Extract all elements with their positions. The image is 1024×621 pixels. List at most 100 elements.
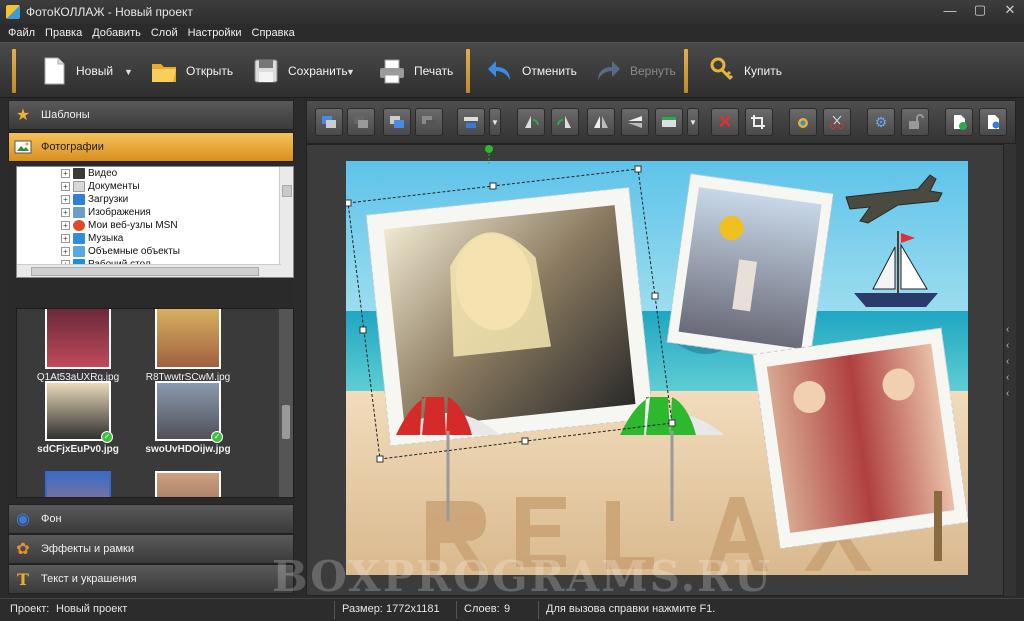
buy-label: Купить (744, 64, 782, 78)
page-settings-icon[interactable] (979, 108, 1007, 136)
menu-settings[interactable]: Настройки (188, 27, 242, 39)
open-label: Открыть (186, 64, 234, 78)
rotate-right-icon[interactable] (551, 108, 579, 136)
menu-add[interactable]: Добавить (92, 27, 141, 39)
expand-icon[interactable]: + (61, 208, 70, 217)
minimize-button[interactable]: — (942, 2, 958, 18)
open-button[interactable]: Открыть (150, 53, 233, 89)
tree-vertical-scrollbar[interactable] (279, 167, 293, 277)
tree-item-msn[interactable]: + Мои веб-узлы MSN (17, 219, 293, 232)
toolbar-separator (466, 49, 470, 93)
print-button[interactable]: Печать (378, 53, 453, 89)
thumbnail-item[interactable]: Q1At53aUXRg.jpg (35, 309, 121, 383)
scroll-thumb[interactable] (282, 405, 290, 439)
delete-icon[interactable]: ✕ (711, 108, 739, 136)
thumbnail-image (155, 309, 221, 369)
tree-item-video[interactable]: + Видео (17, 167, 293, 180)
right-collapse-strip[interactable]: ‹ ‹ ‹ ‹ ‹ (1004, 144, 1016, 596)
folder-tree[interactable]: + Видео + Документы + Загрузки + Изображения… (16, 166, 294, 278)
templates-label: Шаблоны (41, 109, 90, 121)
rotate-handle-icon[interactable] (482, 144, 496, 164)
new-button[interactable]: Новый (40, 53, 113, 89)
undo-button[interactable]: Отменить (486, 53, 577, 89)
key-icon (710, 57, 734, 81)
effects-section[interactable]: ✿ Эффекты и рамки (8, 534, 294, 564)
redo-arrow-icon (598, 61, 620, 80)
expand-icon[interactable]: + (61, 221, 70, 230)
expand-icon[interactable]: + (61, 182, 70, 191)
expand-icon[interactable]: + (61, 195, 70, 204)
tree-item-music[interactable]: + Музыка (17, 232, 293, 245)
open-folder-icon (152, 64, 176, 82)
bring-forward-icon[interactable] (347, 108, 375, 136)
scroll-thumb[interactable] (282, 185, 292, 197)
align-dropdown-arrow[interactable]: ▼ (489, 108, 501, 136)
window-controls: — ▢ ✕ (942, 2, 1018, 18)
flip-horizontal-icon[interactable] (587, 108, 615, 136)
crop-icon[interactable] (745, 108, 773, 136)
collapse-arrow-icon[interactable]: ‹ (1006, 324, 1009, 335)
send-to-back-icon[interactable] (415, 108, 443, 136)
images-folder-icon (73, 207, 85, 218)
size-dropdown-arrow[interactable]: ▼ (687, 108, 699, 136)
tree-item-documents[interactable]: + Документы (17, 180, 293, 193)
add-page-icon[interactable] (945, 108, 973, 136)
status-bar: Проект: Новый проект Размер: 1772x1181 С… (0, 598, 1024, 621)
menu-help[interactable]: Справка (252, 27, 295, 39)
paint-icon: ◉ (16, 511, 30, 528)
collapse-arrow-icon[interactable]: ‹ (1006, 340, 1009, 351)
align-icon[interactable] (457, 108, 485, 136)
flip-vertical-icon[interactable] (621, 108, 649, 136)
bring-to-front-icon[interactable] (315, 108, 343, 136)
maximize-button[interactable]: ▢ (972, 2, 988, 18)
expand-icon[interactable]: + (61, 169, 70, 178)
collapse-arrow-icon[interactable]: ‹ (1006, 356, 1009, 367)
settings-gear-icon[interactable]: ⚙ (867, 108, 895, 136)
thumbnail-item[interactable] (145, 471, 231, 497)
project-name: Новый проект (56, 603, 128, 615)
thumbnail-image (45, 309, 111, 369)
thumbnails-scrollbar[interactable] (279, 309, 293, 497)
tree-horizontal-scrollbar[interactable] (17, 264, 281, 277)
save-button[interactable]: Сохранить (252, 53, 348, 89)
save-dropdown-arrow[interactable]: ▼ (346, 67, 355, 77)
collapse-arrow-icon[interactable]: ‹ (1006, 388, 1009, 399)
rotate-left-icon[interactable] (517, 108, 545, 136)
thumbnail-item[interactable]: ✓ swoUvHDOijw.jpg (145, 381, 231, 455)
scroll-thumb[interactable] (31, 267, 259, 276)
menu-layer[interactable]: Слой (151, 27, 178, 39)
thumbnail-image (155, 471, 221, 497)
cut-icon[interactable] (823, 108, 851, 136)
collage-artwork (346, 161, 968, 575)
thumbnail-item[interactable]: R8TwwtrSCwM.jpg (145, 309, 231, 383)
thumbnail-item-selected[interactable] (35, 471, 121, 497)
tree-item-downloads[interactable]: + Загрузки (17, 193, 293, 206)
send-backward-icon[interactable] (383, 108, 411, 136)
tree-item-label: Изображения (88, 207, 151, 218)
text-section[interactable]: T Текст и украшения (8, 564, 294, 594)
tree-item-3d-objects[interactable]: + Объемные объекты (17, 245, 293, 258)
main-toolbar: Новый ▼ Открыть Сохранить ▼ Печать Отмен… (0, 42, 1024, 98)
new-dropdown-arrow[interactable]: ▼ (124, 67, 133, 77)
effects-icon[interactable] (789, 108, 817, 136)
tree-item-images[interactable]: + Изображения (17, 206, 293, 219)
thumbnail-item[interactable]: ✓ sdCFjxEuPv0.jpg (35, 381, 121, 455)
templates-section[interactable]: ★ Шаблоны (8, 100, 294, 130)
close-button[interactable]: ✕ (1002, 2, 1018, 18)
menu-edit[interactable]: Правка (45, 27, 82, 39)
tree-item-label: Объемные объекты (88, 246, 180, 257)
expand-icon[interactable]: + (61, 247, 70, 256)
collapse-arrow-icon[interactable]: ‹ (1006, 372, 1009, 383)
photo-icon (13, 137, 33, 157)
size-icon[interactable] (655, 108, 683, 136)
unlock-icon[interactable] (901, 108, 929, 136)
effects-label: Эффекты и рамки (41, 543, 135, 555)
background-section[interactable]: ◉ Фон (8, 504, 294, 534)
photos-section[interactable]: Фотографии (8, 132, 294, 162)
expand-icon[interactable]: + (61, 234, 70, 243)
redo-button[interactable]: Вернуть (594, 53, 676, 89)
collage-canvas[interactable] (346, 161, 968, 575)
menu-file[interactable]: Файл (8, 27, 35, 39)
size-label: Размер: (342, 603, 383, 615)
buy-button[interactable]: Купить (708, 53, 782, 89)
